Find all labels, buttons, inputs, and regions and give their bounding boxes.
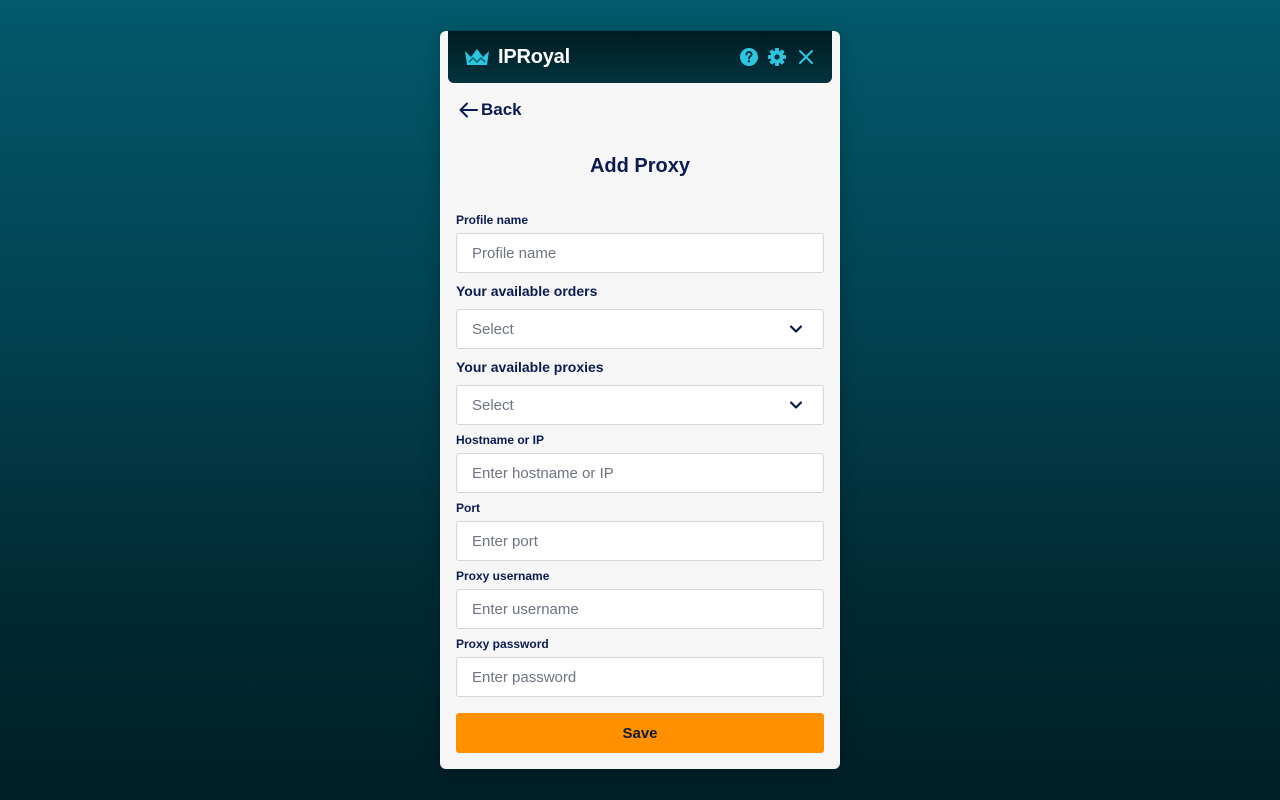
header-bar: IPRoyal bbox=[448, 31, 832, 83]
hostname-input[interactable] bbox=[456, 453, 824, 493]
help-icon[interactable] bbox=[739, 47, 759, 67]
brand-name: IPRoyal bbox=[498, 46, 570, 68]
proxy-username-label: Proxy username bbox=[456, 569, 550, 583]
chevron-down-icon bbox=[789, 400, 803, 410]
hostname-label: Hostname or IP bbox=[456, 433, 545, 447]
close-icon[interactable] bbox=[796, 47, 816, 67]
back-button[interactable]: Back bbox=[458, 100, 522, 120]
available-orders-select[interactable]: Select bbox=[456, 309, 824, 349]
available-orders-value: Select bbox=[472, 321, 514, 338]
port-label: Port bbox=[456, 501, 480, 515]
port-input[interactable] bbox=[456, 521, 824, 561]
arrow-left-icon bbox=[458, 100, 481, 120]
proxy-password-input[interactable] bbox=[456, 657, 824, 697]
gear-icon[interactable] bbox=[767, 47, 787, 67]
extension-popup: IPRoyal Back Add Proxy Profile name Prof… bbox=[440, 31, 840, 769]
proxy-username-input[interactable] bbox=[456, 589, 824, 629]
available-proxies-select[interactable]: Select bbox=[456, 385, 824, 425]
chevron-down-icon bbox=[789, 324, 803, 334]
brand-logo: IPRoyal bbox=[464, 45, 570, 69]
back-label: Back bbox=[481, 100, 522, 119]
profile-name-label: Profile name bbox=[456, 213, 529, 227]
available-proxies-label: Your available proxies bbox=[456, 359, 604, 375]
crown-icon bbox=[464, 48, 490, 66]
page-title: Add Proxy bbox=[589, 155, 691, 177]
proxy-password-label: Proxy password bbox=[456, 637, 549, 651]
profile-name-input[interactable] bbox=[456, 233, 824, 273]
save-button[interactable]: Save bbox=[456, 713, 824, 753]
available-proxies-value: Select bbox=[472, 397, 514, 414]
available-orders-label: Your available orders bbox=[456, 283, 598, 299]
